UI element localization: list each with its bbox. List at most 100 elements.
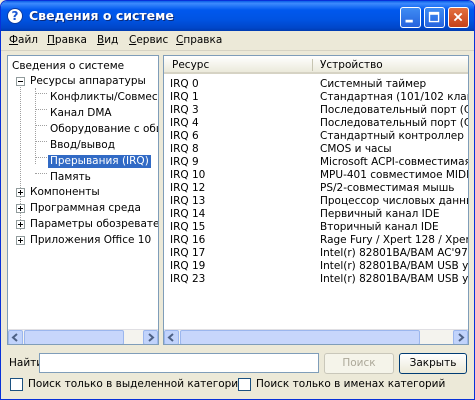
table-row[interactable]: IRQ 8 CMOS и часы xyxy=(164,143,468,156)
cell-device: Вторичный канал IDE xyxy=(320,221,439,233)
arrow-right-icon xyxy=(458,333,465,342)
scroll-left-button[interactable] xyxy=(164,330,179,344)
table-row[interactable]: IRQ 6 Стандартный контроллер гибких диско… xyxy=(164,130,468,143)
cell-device: Intel(r) 82801BA/BAM USB универсальный xyxy=(320,260,468,272)
search-category-names-label: Поиск только в именах категорий xyxy=(256,378,446,390)
tree-item-hardware-resources[interactable]: Ресурсы аппаратуры xyxy=(30,75,146,88)
system-info-window: ? Сведения о системе Файл Правка Вид Сер… xyxy=(0,0,475,400)
list-horizontal-scrollbar[interactable] xyxy=(164,329,468,344)
cell-device: Стандартная (101/102 клавиши) xyxy=(320,91,468,103)
menu-edit[interactable]: Правка xyxy=(47,34,87,46)
category-tree[interactable]: Сведения о системе Ресурсы аппаратуры Ко… xyxy=(7,55,159,345)
table-row[interactable]: IRQ 10 MPU-401 совместимое MIDI-устройств… xyxy=(164,169,468,182)
tree-item-memory[interactable]: Память xyxy=(50,171,91,184)
cell-device: Первичный канал IDE xyxy=(320,208,440,220)
column-header-resource[interactable]: Ресурс xyxy=(172,59,209,71)
cell-resource: IRQ 23 xyxy=(170,273,206,285)
tree-item-office[interactable]: Приложения Office 10 xyxy=(30,234,151,247)
menu-help[interactable]: Справка xyxy=(176,34,222,46)
expand-icon[interactable] xyxy=(16,188,25,197)
cell-device: Последовательный порт (COM2) xyxy=(320,104,468,116)
cell-device: Microsoft ACPI-совместимая система xyxy=(320,156,468,168)
close-window-button[interactable] xyxy=(448,7,469,28)
cell-resource: IRQ 14 xyxy=(170,208,206,220)
cell-device: PS/2-совместимая мышь xyxy=(320,182,455,194)
menu-tools[interactable]: Сервис xyxy=(129,34,168,46)
scroll-right-button[interactable] xyxy=(143,330,158,344)
table-row[interactable]: IRQ 3 Последовательный порт (COM2) xyxy=(164,104,468,117)
tree-horizontal-scrollbar[interactable] xyxy=(8,329,158,344)
tree-item-conflicts[interactable]: Конфликты/Совместное использование xyxy=(50,91,158,104)
arrow-right-icon xyxy=(148,333,155,342)
arrow-left-icon xyxy=(11,333,18,342)
scroll-thumb[interactable] xyxy=(180,330,420,344)
cell-resource: IRQ 17 xyxy=(170,247,206,259)
cell-resource: IRQ 15 xyxy=(170,221,206,233)
table-row[interactable]: IRQ 16 Rage Fury / Xpert 128 / Xpert 2000 xyxy=(164,234,468,247)
tree-item-browser[interactable]: Параметры обозревателя xyxy=(30,218,158,231)
title-bar[interactable]: ? Сведения о системе xyxy=(1,1,474,31)
cell-resource: IRQ 8 xyxy=(170,143,199,155)
search-selected-category-checkbox[interactable] xyxy=(10,378,23,391)
table-row[interactable]: IRQ 4 Последовательный порт (COM1) xyxy=(164,117,468,130)
cell-resource: IRQ 13 xyxy=(170,195,206,207)
close-icon xyxy=(453,12,463,22)
cell-resource: IRQ 10 xyxy=(170,169,206,181)
table-row[interactable]: IRQ 23 Intel(r) 82801BA/BAM USB универсал… xyxy=(164,273,468,286)
find-button[interactable]: Поиск xyxy=(324,353,394,374)
cell-device: Процессор числовых данных xyxy=(320,195,468,207)
collapse-icon[interactable] xyxy=(16,77,25,86)
tree-root[interactable]: Сведения о системе xyxy=(12,60,124,73)
table-row[interactable]: IRQ 9 Microsoft ACPI-совместимая система xyxy=(164,156,468,169)
cell-device: Intel(r) 82801BA/BAM USB универсальный xyxy=(320,273,468,285)
table-row[interactable]: IRQ 1 Стандартная (101/102 клавиши) xyxy=(164,91,468,104)
cell-device: Последовательный порт (COM1) xyxy=(320,117,468,129)
maximize-button[interactable] xyxy=(424,7,445,28)
cell-resource: IRQ 12 xyxy=(170,182,206,194)
cell-resource: IRQ 1 xyxy=(170,91,199,103)
maximize-icon xyxy=(428,11,440,23)
cell-resource: IRQ 16 xyxy=(170,234,206,246)
expand-icon[interactable] xyxy=(16,236,25,245)
table-row[interactable]: IRQ 14 Первичный канал IDE xyxy=(164,208,468,221)
tree-item-io[interactable]: Ввод/вывод xyxy=(50,139,115,152)
minimize-icon xyxy=(405,19,413,23)
table-row[interactable]: IRQ 17 Intel(r) 82801BA/BAM AC'97 звук xyxy=(164,247,468,260)
find-input[interactable] xyxy=(39,353,319,373)
menu-bar: Файл Правка Вид Сервис Справка xyxy=(1,31,474,51)
scroll-thumb[interactable] xyxy=(24,330,124,344)
scroll-left-button[interactable] xyxy=(8,330,23,344)
cell-resource: IRQ 6 xyxy=(170,130,199,142)
tree-item-shared-hardware[interactable]: Оборудование с общим доступом xyxy=(50,123,158,136)
menu-view[interactable]: Вид xyxy=(97,34,118,46)
tree-item-components[interactable]: Компоненты xyxy=(30,186,100,199)
expand-icon[interactable] xyxy=(16,204,25,213)
cell-device: Rage Fury / Xpert 128 / Xpert 2000 xyxy=(320,234,468,246)
question-icon: ? xyxy=(7,8,23,24)
table-row[interactable]: IRQ 15 Вторичный канал IDE xyxy=(164,221,468,234)
list-header: Ресурс Устройство xyxy=(164,56,468,74)
window-title: Сведения о системе xyxy=(29,8,174,23)
table-row[interactable]: IRQ 13 Процессор числовых данных xyxy=(164,195,468,208)
cell-resource: IRQ 0 xyxy=(170,78,199,90)
resource-list[interactable]: Ресурс Устройство IRQ 0 Системный таймер I… xyxy=(163,55,469,345)
column-header-device[interactable]: Устройство xyxy=(320,59,383,71)
minimize-button[interactable] xyxy=(400,7,421,28)
scroll-right-button[interactable] xyxy=(453,330,468,344)
expand-icon[interactable] xyxy=(16,220,25,229)
tree-item-irq-selected[interactable]: Прерывания (IRQ) xyxy=(48,155,151,168)
cell-resource: IRQ 3 xyxy=(170,104,199,116)
tree-item-software[interactable]: Программная среда xyxy=(30,202,141,215)
table-row[interactable]: IRQ 19 Intel(r) 82801BA/BAM USB универсал… xyxy=(164,260,468,273)
cell-device: CMOS и часы xyxy=(320,143,392,155)
tree-item-dma[interactable]: Канал DMA xyxy=(50,107,112,120)
close-button[interactable]: Закрыть xyxy=(399,353,467,374)
cell-device: Intel(r) 82801BA/BAM AC'97 звук xyxy=(320,247,468,259)
cell-resource: IRQ 9 xyxy=(170,156,199,168)
table-row[interactable]: IRQ 12 PS/2-совместимая мышь xyxy=(164,182,468,195)
cell-device: MPU-401 совместимое MIDI-устройство xyxy=(320,169,468,181)
search-category-names-checkbox[interactable] xyxy=(238,378,251,391)
arrow-left-icon xyxy=(167,333,174,342)
menu-file[interactable]: Файл xyxy=(9,34,38,46)
table-row[interactable]: IRQ 0 Системный таймер xyxy=(164,78,468,91)
